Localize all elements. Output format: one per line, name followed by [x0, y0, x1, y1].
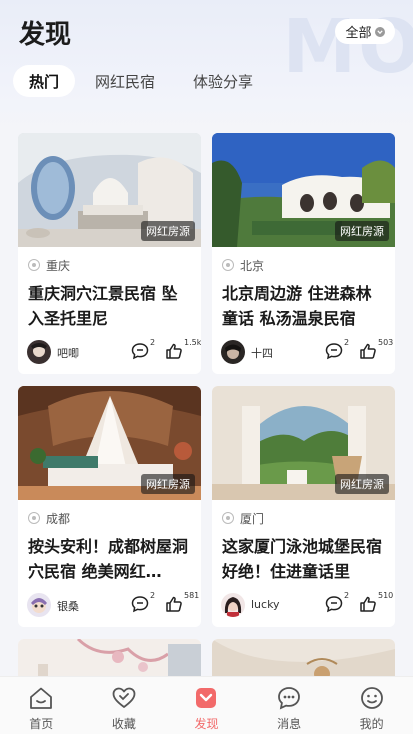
tabbar-label: 我的	[359, 717, 384, 731]
comment-count: 2	[344, 591, 350, 600]
post-location: 厦门	[222, 510, 264, 526]
post-meta: lucky 2 510	[221, 591, 393, 617]
post-location-label: 北京	[240, 258, 265, 273]
home-icon	[30, 687, 53, 709]
post-card[interactable]: 网红房源 厦门 这家厦门泳池城堡民宿好绝！住进童话里 lucky 2 510	[212, 386, 395, 627]
post-meta: 银桑 2 581	[27, 591, 199, 617]
post-title: 这家厦门泳池城堡民宿好绝！住进童话里	[222, 537, 383, 581]
tabbar-item-home[interactable]: 首页	[0, 677, 83, 734]
like-button[interactable]: 510	[359, 591, 395, 615]
thumbs-up-icon	[166, 343, 182, 359]
thumbs-up-icon	[360, 343, 376, 359]
post-location: 重庆	[28, 257, 70, 273]
post-author: lucky	[251, 598, 280, 611]
post-author: 吧唧	[57, 347, 79, 360]
like-count: 1.5k	[184, 338, 201, 347]
like-button[interactable]: 581	[165, 591, 201, 615]
post-meta: 十四 2 503	[221, 338, 393, 364]
tabbar-item-messages[interactable]: 消息	[248, 677, 331, 734]
avatar[interactable]	[27, 593, 51, 617]
post-title: 北京周边游 住进森林童话 私汤温泉民宿	[222, 284, 372, 328]
post-location: 成都	[28, 510, 70, 526]
post-photo: 网红房源	[18, 386, 201, 500]
comment-button[interactable]: 2	[325, 338, 355, 362]
avatar[interactable]	[221, 340, 245, 364]
post-photo: 网红房源	[18, 133, 201, 247]
thumbs-up-icon	[360, 596, 376, 612]
post-location-label: 厦门	[240, 511, 265, 526]
message-icon	[278, 687, 300, 710]
post-badge: 网红房源	[141, 474, 195, 494]
tabbar-item-discover[interactable]: 发现	[165, 677, 248, 734]
comment-icon	[325, 596, 343, 613]
tabbar-item-profile[interactable]: 我的	[330, 677, 413, 734]
comment-icon	[131, 596, 149, 613]
like-count: 510	[378, 591, 394, 600]
post-author: 十四	[251, 347, 273, 360]
comment-count: 2	[150, 591, 156, 600]
location-icon	[222, 512, 234, 524]
comment-count: 2	[150, 338, 156, 347]
post-photo: 网红房源	[212, 133, 395, 247]
thumbs-up-icon	[166, 596, 182, 612]
comment-button[interactable]: 2	[325, 591, 355, 615]
post-photo: 网红房源	[212, 386, 395, 500]
avatar[interactable]	[221, 593, 245, 617]
post-title: 按头安利！成都树屋洞穴民宿 绝美网红…	[28, 537, 189, 581]
comment-button[interactable]: 2	[131, 591, 161, 615]
avatar[interactable]	[27, 340, 51, 364]
tabbar-item-favorites[interactable]: 收藏	[83, 677, 166, 734]
like-button[interactable]: 503	[359, 338, 395, 362]
post-card[interactable]: 网红房源 北京 北京周边游 住进森林童话 私汤温泉民宿 十四 2 503	[212, 133, 395, 374]
tabbar-label: 收藏	[111, 717, 136, 731]
post-badge: 网红房源	[335, 221, 389, 241]
post-title: 重庆洞穴江景民宿 坠入圣托里尼	[28, 284, 178, 328]
comment-icon	[325, 343, 343, 360]
comment-icon	[131, 343, 149, 360]
location-icon	[222, 259, 234, 271]
profile-icon	[360, 687, 383, 709]
like-count: 503	[378, 338, 394, 347]
heart-icon	[112, 687, 136, 708]
post-badge: 网红房源	[335, 474, 389, 494]
post-location-label: 成都	[46, 511, 71, 526]
post-card[interactable]: 网红房源 重庆 重庆洞穴江景民宿 坠入圣托里尼 吧唧 2 1.5k	[18, 133, 201, 374]
like-count: 581	[184, 591, 200, 600]
tabbar-label: 消息	[277, 717, 302, 731]
tabbar-label: 首页	[29, 717, 54, 731]
post-badge: 网红房源	[141, 221, 195, 241]
like-button[interactable]: 1.5k	[165, 338, 201, 362]
location-icon	[28, 512, 40, 524]
discover-icon	[196, 688, 217, 708]
post-meta: 吧唧 2 1.5k	[27, 338, 201, 364]
post-author: 银桑	[57, 600, 79, 613]
post-location-label: 重庆	[46, 258, 71, 273]
comment-count: 2	[344, 338, 350, 347]
post-location: 北京	[222, 257, 264, 273]
comment-button[interactable]: 2	[131, 338, 161, 362]
bottom-tab-bar: 首页 收藏 发现 消息 我的	[0, 676, 413, 734]
location-icon	[28, 259, 40, 271]
post-card[interactable]: 网红房源 成都 按头安利！成都树屋洞穴民宿 绝美网红… 银桑 2 581	[18, 386, 201, 627]
tabbar-label: 发现	[194, 717, 219, 731]
feed-grid: 网红房源 重庆 重庆洞穴江景民宿 坠入圣托里尼 吧唧 2 1.5k 网红房源 北…	[0, 0, 413, 734]
